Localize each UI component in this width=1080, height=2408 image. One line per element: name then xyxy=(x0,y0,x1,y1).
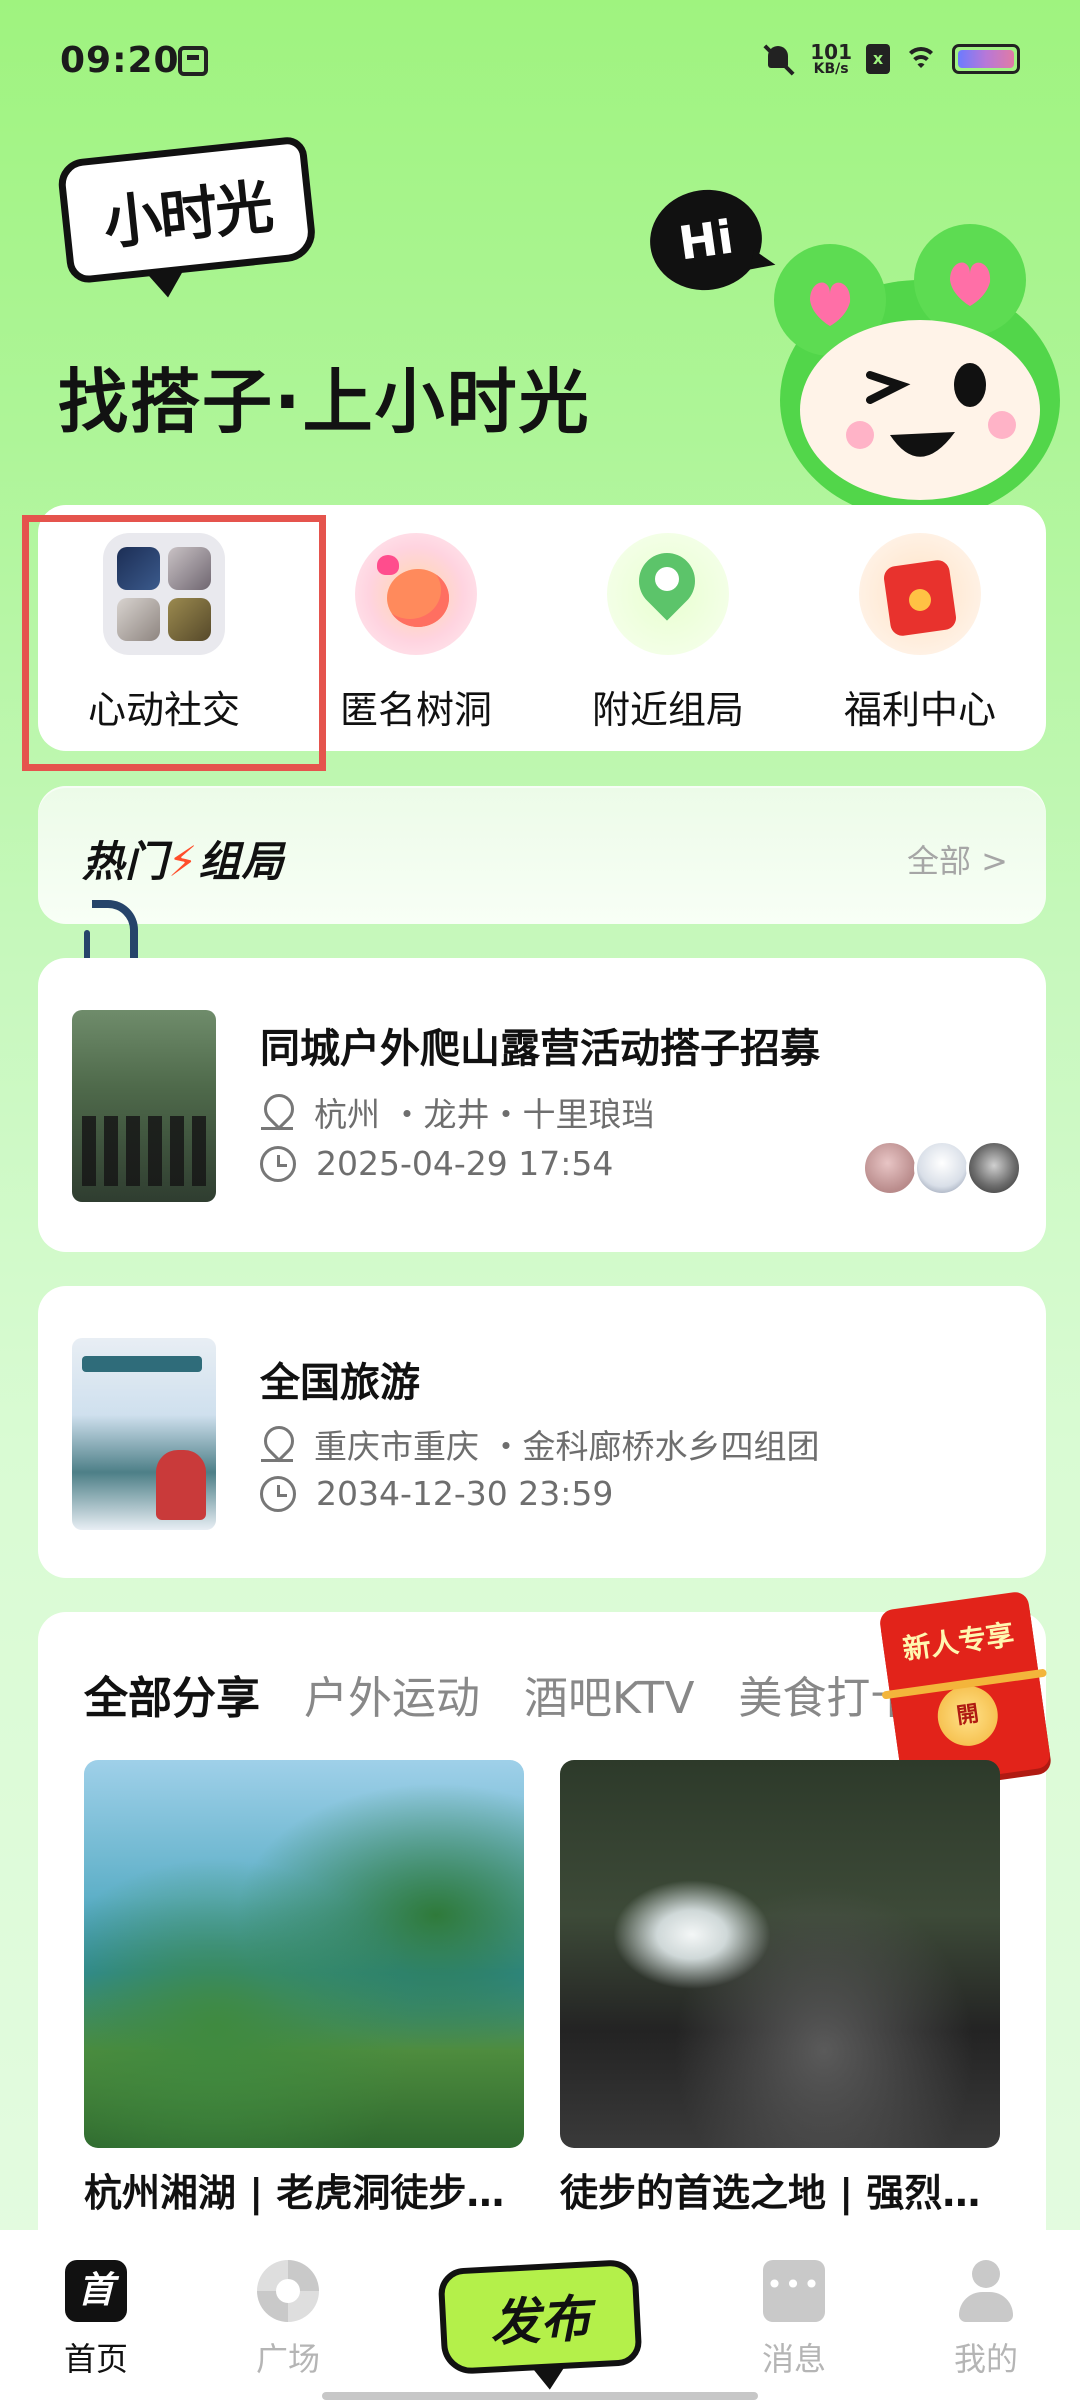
welfare-icon xyxy=(859,533,981,655)
event-card[interactable]: 同城户外爬山露营活动搭子招募 杭州 ・龙井・十里琅珰 2025-04-29 17… xyxy=(38,958,1046,1252)
new-user-redpacket[interactable]: 新人专享 開 xyxy=(878,1590,1052,1788)
sim-icon: x xyxy=(866,44,890,74)
square-icon xyxy=(257,2260,319,2322)
avatar xyxy=(966,1140,1022,1196)
tab-outdoor[interactable]: 户外运动 xyxy=(304,1662,480,1726)
avatar xyxy=(862,1140,918,1196)
status-icons: 101 KB/s x xyxy=(762,42,1020,76)
avatar xyxy=(914,1140,970,1196)
lightning-icon: ⚡ xyxy=(168,837,199,886)
post-image[interactable] xyxy=(84,1760,524,2148)
notification-icon xyxy=(178,46,208,76)
hot-title-left: 热门 xyxy=(82,837,169,886)
clock-icon xyxy=(260,1475,296,1512)
post-image[interactable] xyxy=(560,1760,1000,2148)
nav-square[interactable]: 广场 xyxy=(208,2230,368,2380)
event-time: 2025-04-29 17:54 xyxy=(260,1144,613,1183)
message-icon xyxy=(763,2260,825,2322)
location-icon xyxy=(260,1424,294,1464)
battery-icon xyxy=(952,44,1020,74)
app-logo: 小时光 xyxy=(56,135,318,285)
treehole-icon xyxy=(355,533,477,655)
event-thumbnail xyxy=(72,1010,216,1202)
status-time: 09:20 xyxy=(60,40,180,81)
publish-button-label: 发布 xyxy=(488,2289,592,2353)
event-title: 全国旅游 xyxy=(260,1360,420,1406)
shortcut-welfare[interactable]: 福利中心 xyxy=(794,505,1046,751)
event-time-text: 2034-12-30 23:59 xyxy=(316,1474,614,1513)
slogan: 找搭子·上小时光 xyxy=(58,361,591,443)
net-speed-value: 101 xyxy=(810,40,852,64)
event-thumbnail xyxy=(72,1338,216,1530)
shortcut-treehole-label: 匿名树洞 xyxy=(339,688,492,732)
event-card[interactable]: 全国旅游 重庆市重庆 ・金科廊桥水乡四组团 2034-12-30 23:59 xyxy=(38,1286,1046,1578)
event-time: 2034-12-30 23:59 xyxy=(260,1474,613,1513)
event-location-text: 重庆市重庆 ・金科廊桥水乡四组团 xyxy=(314,1427,820,1466)
mute-icon xyxy=(762,42,796,76)
nav-square-label: 广场 xyxy=(255,2340,320,2378)
shortcut-welfare-label: 福利中心 xyxy=(843,688,996,732)
hot-section-header: 热门⚡组局 全部 > xyxy=(38,786,1046,924)
hi-bubble: Hi xyxy=(643,182,769,298)
new-user-badge-text: 新人专享 xyxy=(900,1617,1017,1667)
event-location: 重庆市重庆 ・金科廊桥水乡四组团 xyxy=(260,1420,820,1468)
event-time-text: 2025-04-29 17:54 xyxy=(316,1144,614,1183)
participant-avatars xyxy=(862,1140,1022,1196)
event-location: 杭州 ・龙井・十里琅珰 xyxy=(260,1088,655,1136)
frog-mascot-image xyxy=(774,224,1060,510)
post-caption[interactable]: 徒步的首选之地 | 强烈推荐 xyxy=(560,2162,1000,2217)
event-location-text: 杭州 ・龙井・十里琅珰 xyxy=(314,1095,655,1134)
nav-me-label: 我的 xyxy=(953,2340,1018,2378)
location-icon xyxy=(260,1092,294,1132)
home-icon: 首 xyxy=(65,2260,127,2322)
highlight-box xyxy=(22,515,326,771)
shortcut-treehole[interactable]: 匿名树洞 xyxy=(290,505,542,751)
wifi-icon xyxy=(904,45,938,73)
nav-home-label: 首页 xyxy=(63,2340,128,2378)
net-speed: 101 KB/s xyxy=(810,42,852,76)
clock-icon xyxy=(260,1145,296,1182)
net-speed-unit: KB/s xyxy=(813,61,849,77)
share-tabs: 全部分享 户外运动 酒吧KTV 美食打卡 xyxy=(84,1662,914,1726)
profile-icon xyxy=(955,2260,1017,2322)
hot-section-title: 热门⚡组局 xyxy=(82,828,285,889)
shortcut-nearby-label: 附近组局 xyxy=(591,688,744,732)
publish-button[interactable]: 发布 xyxy=(437,2258,643,2376)
shortcut-nearby[interactable]: 附近组局 xyxy=(542,505,794,751)
nav-messages-label: 消息 xyxy=(761,2340,826,2378)
event-title: 同城户外爬山露营活动搭子招募 xyxy=(260,1026,820,1072)
seal-icon: 開 xyxy=(933,1681,1002,1750)
nav-home[interactable]: 首 首页 xyxy=(16,2230,176,2380)
nav-me[interactable]: 我的 xyxy=(906,2230,1066,2380)
logo-text: 小时光 xyxy=(100,172,275,258)
post-caption[interactable]: 杭州湘湖 | 老虎洞徒步路线攻略 xyxy=(84,2162,524,2217)
nearby-icon xyxy=(607,533,729,655)
tab-bar-ktv[interactable]: 酒吧KTV xyxy=(524,1662,694,1726)
status-bar: 09:20 101 KB/s x xyxy=(0,0,1080,120)
tab-all-shares[interactable]: 全部分享 xyxy=(84,1662,260,1726)
view-all-link[interactable]: 全部 > xyxy=(907,836,1008,882)
home-indicator xyxy=(322,2392,758,2400)
hot-title-right: 组局 xyxy=(198,837,285,886)
nav-messages[interactable]: 消息 xyxy=(714,2230,874,2380)
